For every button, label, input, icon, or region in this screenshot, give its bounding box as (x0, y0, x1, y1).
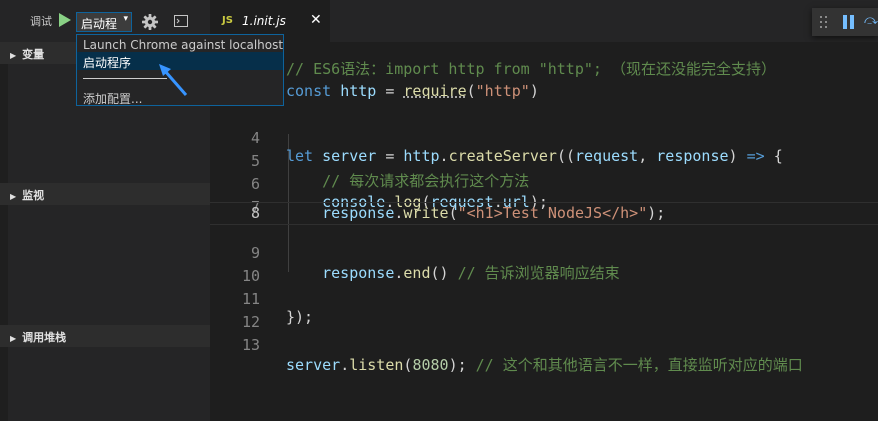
line-number: 8 (250, 204, 260, 222)
code-line-current: 8 response.write("<h1>Test NodeJS</h>"); (210, 202, 878, 225)
code-line: 9 response.end() // 告诉浏览器响应结束 (210, 226, 878, 282)
watch-label: 监视 (22, 189, 45, 202)
code-line: // ES6语法：import http from "http"; （现在还没能… (286, 60, 776, 78)
pause-icon[interactable] (842, 15, 856, 29)
call-stack-label: 调用堆栈 (22, 331, 67, 344)
sidebar-gutter (0, 42, 8, 421)
close-icon[interactable]: ✕ (310, 12, 322, 28)
code-line: 12 (210, 295, 878, 331)
code-line: 5 // 每次请求都会执行这个方法 (210, 134, 878, 190)
call-stack-section-header[interactable]: ▶ 调用堆栈 (0, 325, 210, 347)
code-line: 11 }); (210, 272, 878, 326)
tab-label: 1.init.js (242, 14, 286, 28)
expand-arrow-icon: ▶ (10, 334, 17, 343)
variables-label: 变量 (22, 48, 45, 61)
chevron-down-icon: ▾ (123, 14, 128, 24)
line-number: 13 (241, 336, 260, 354)
code-line: 6 console.log(request.url); (210, 157, 878, 211)
code-line: 13 server.listen(8080); // 这个和其他语言不一样，直接… (210, 318, 878, 374)
dropdown-option-add-configuration[interactable]: 添加配置... (83, 90, 142, 107)
javascript-file-icon: JS (222, 15, 233, 26)
debug-title: 调试 (30, 15, 52, 28)
watch-section-header[interactable]: ▶ 监视 (0, 183, 210, 205)
code-line: 4 let server = http.createServer((reques… (210, 111, 878, 165)
expand-arrow-icon: ▶ (10, 192, 17, 201)
dropdown-option-launch-chrome[interactable]: Launch Chrome against localhost (83, 38, 283, 52)
debug-console-icon[interactable] (174, 14, 188, 28)
code-line: 7 (210, 180, 878, 216)
launch-config-value: 启动程 (81, 17, 118, 31)
dropdown-option-launch-program[interactable]: 启动程序 (83, 54, 131, 71)
editor-tab-bar: JS 1.init.js ✕ (210, 0, 878, 42)
start-debugging-icon[interactable] (58, 12, 72, 28)
launch-config-select[interactable]: 启动程 ▾ (76, 12, 132, 32)
drag-handle-icon[interactable] (820, 16, 828, 28)
gear-icon[interactable] (141, 13, 159, 31)
dropdown-separator (83, 78, 167, 79)
step-over-icon[interactable]: ⤼ (864, 13, 878, 28)
debug-actions-bar: ⤼ (812, 8, 878, 36)
code-line: const http = require("http") (286, 82, 539, 100)
annotation-arrow-icon (159, 64, 188, 96)
code-line: 10 (210, 249, 878, 285)
expand-arrow-icon: ▶ (10, 51, 17, 60)
code-editor[interactable]: // ES6语法：import http from "http"; （现在还没能… (210, 42, 878, 421)
